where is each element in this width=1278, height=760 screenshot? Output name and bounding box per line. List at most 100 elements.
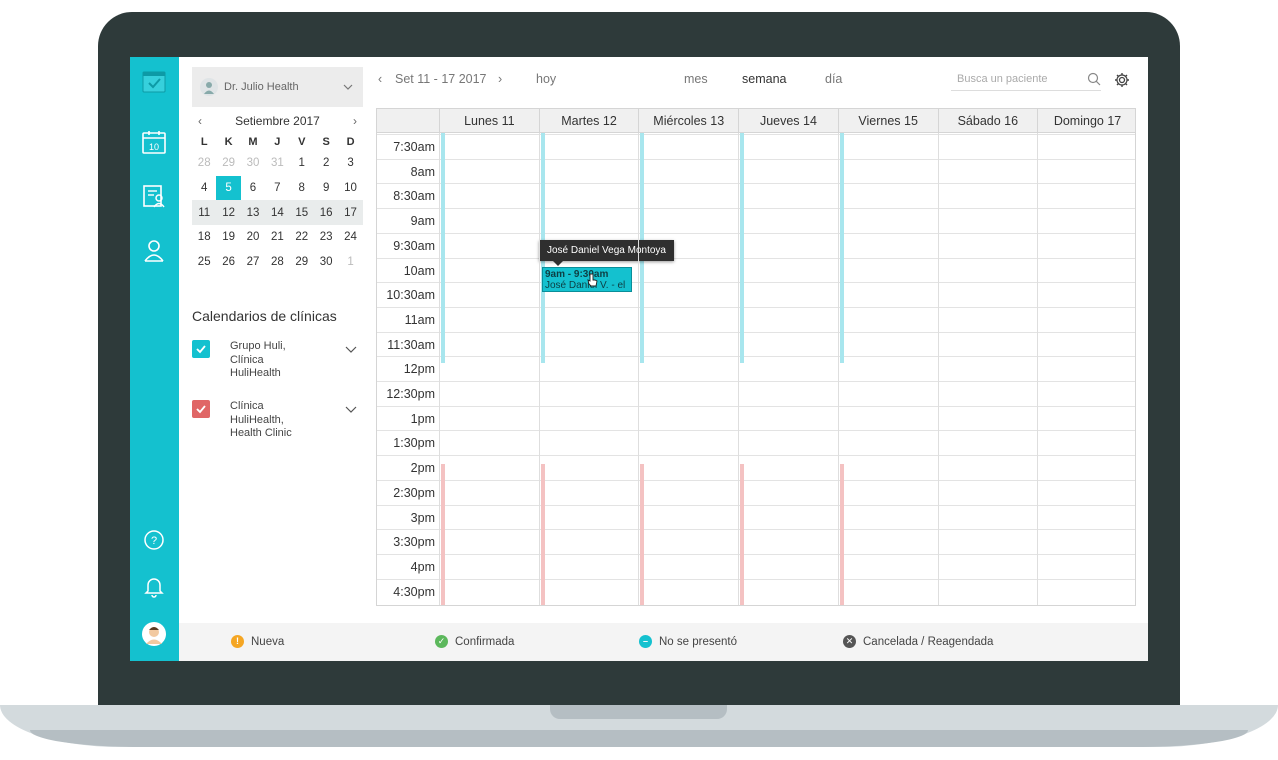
calendar-day[interactable]: 26 xyxy=(216,250,240,275)
legend-item: ✓ Confirmada xyxy=(435,635,514,648)
weekday-label: S xyxy=(322,136,330,148)
afternoon-availability-strip xyxy=(839,464,844,605)
time-label: 8:30am xyxy=(393,189,435,204)
search-input[interactable] xyxy=(951,72,1071,85)
morning-availability-strip xyxy=(740,133,745,363)
laptop-base-shade xyxy=(30,730,1248,747)
calendar-day[interactable]: 31 xyxy=(265,151,289,176)
calendar-day[interactable]: 2 xyxy=(314,151,338,176)
time-row-line xyxy=(377,479,1135,481)
doctor-selector[interactable]: Dr. Julio Health xyxy=(192,67,363,107)
calendar-day[interactable]: 22 xyxy=(290,225,314,250)
calendar-day[interactable]: 30 xyxy=(314,250,338,275)
svg-text:?: ? xyxy=(151,535,157,547)
gear-icon[interactable] xyxy=(1114,72,1130,88)
time-row-line xyxy=(377,578,1135,580)
appointment-tooltip: José Daniel Vega Montoya xyxy=(539,240,674,266)
user-avatar[interactable] xyxy=(141,621,167,647)
time-label: 12pm xyxy=(403,362,435,377)
day-header[interactable]: Domingo 17 xyxy=(1037,109,1135,132)
help-icon[interactable]: ? xyxy=(141,527,167,553)
calendar-day[interactable]: 3 xyxy=(338,151,362,176)
next-week-button[interactable]: › xyxy=(498,72,502,86)
morning-availability-strip xyxy=(839,133,844,363)
check-calendar-icon[interactable] xyxy=(141,69,167,95)
morning-availability-strip xyxy=(441,133,445,363)
day-header[interactable]: Viernes 15 xyxy=(837,109,938,132)
day-header[interactable]: Lunes 11 xyxy=(439,109,539,132)
clinic-checkbox[interactable] xyxy=(192,340,210,358)
calendar-day[interactable]: 7 xyxy=(265,176,289,201)
time-row-line xyxy=(377,257,1135,259)
doctor-icon[interactable] xyxy=(141,237,167,263)
calendar-day[interactable]: 14 xyxy=(265,200,289,225)
patient-records-icon[interactable] xyxy=(141,183,167,209)
calendar-icon[interactable]: 10 xyxy=(141,129,167,155)
time-row-line xyxy=(377,232,1135,234)
calendar-day[interactable]: 25 xyxy=(192,250,216,275)
time-label: 12:30pm xyxy=(386,387,435,401)
calendar-day[interactable]: 1 xyxy=(290,151,314,176)
calendar-day[interactable]: 18 xyxy=(192,225,216,250)
clinic-item[interactable]: Grupo Huli, Clínica HuliHealth xyxy=(192,340,363,381)
chevron-down-icon xyxy=(343,84,353,90)
calendar-day[interactable]: 1 xyxy=(338,250,362,275)
calendar-day[interactable]: 28 xyxy=(192,151,216,176)
today-button[interactable]: hoy xyxy=(536,72,556,86)
calendar-day[interactable]: 12 xyxy=(216,200,240,225)
chevron-down-icon[interactable] xyxy=(345,403,357,415)
calendar-day[interactable]: 27 xyxy=(241,250,265,275)
x-icon: ✕ xyxy=(843,635,856,648)
day-header[interactable]: Jueves 14 xyxy=(738,109,838,132)
day-column-divider xyxy=(439,133,440,605)
calendar-week-row: 18 19 20 21 22 23 24 xyxy=(192,225,363,250)
next-month-button[interactable]: › xyxy=(347,114,363,128)
calendar-day[interactable]: 10 xyxy=(338,176,362,201)
week-calendar-grid: Lunes 11 Martes 12 Miércoles 13 Jueves 14 Vi… xyxy=(376,108,1136,606)
date-range: Set 11 - 17 2017 xyxy=(395,72,487,86)
calendar-day[interactable]: 29 xyxy=(290,250,314,275)
prev-month-button[interactable]: ‹ xyxy=(192,114,208,128)
clinic-checkbox[interactable] xyxy=(192,400,210,418)
time-label: 9:30am xyxy=(393,238,435,253)
left-nav: 10 ? xyxy=(130,57,179,661)
calendar-day[interactable]: 5 xyxy=(216,175,241,201)
calendar-day[interactable]: 29 xyxy=(216,151,240,176)
afternoon-availability-strip xyxy=(441,464,445,605)
calendar-day[interactable]: 4 xyxy=(192,176,216,201)
day-header[interactable]: Sábado 16 xyxy=(937,109,1038,132)
calendar-day[interactable]: 21 xyxy=(265,225,289,250)
calendar-day[interactable]: 20 xyxy=(241,225,265,250)
calendar-day[interactable]: 8 xyxy=(290,176,314,201)
clinic-item[interactable]: Clínica HuliHealth, Health Clinic xyxy=(192,400,363,441)
time-label: 1:30pm xyxy=(393,436,435,451)
time-label: 4pm xyxy=(410,559,435,574)
svg-text:10: 10 xyxy=(149,142,159,152)
search-icon[interactable] xyxy=(1087,72,1101,86)
calendar-day[interactable]: 16 xyxy=(314,200,338,225)
bell-icon[interactable] xyxy=(141,573,167,599)
prev-week-button[interactable]: ‹ xyxy=(378,72,382,86)
calendar-day[interactable]: 13 xyxy=(241,200,265,225)
calendar-day[interactable]: 19 xyxy=(216,225,240,250)
minus-icon: – xyxy=(639,635,652,648)
chevron-down-icon[interactable] xyxy=(345,343,357,355)
calendar-day[interactable]: 6 xyxy=(241,176,265,201)
weekday-label: L xyxy=(200,136,208,148)
calendar-day[interactable]: 17 xyxy=(338,200,362,225)
legend-item: ✕ Cancelada / Reagendada xyxy=(843,635,993,648)
day-header[interactable]: Martes 12 xyxy=(538,109,639,132)
calendar-day[interactable]: 24 xyxy=(338,225,362,250)
time-label: 10:30am xyxy=(386,288,435,303)
calendar-day[interactable]: 9 xyxy=(314,176,338,201)
view-month-button[interactable]: mes xyxy=(684,72,708,86)
time-row-line xyxy=(377,282,1135,284)
calendar-day[interactable]: 28 xyxy=(265,250,289,275)
view-day-button[interactable]: día xyxy=(825,72,842,86)
view-week-button[interactable]: semana xyxy=(742,72,786,86)
day-header[interactable]: Miércoles 13 xyxy=(638,109,738,132)
calendar-day[interactable]: 15 xyxy=(290,200,314,225)
calendar-day[interactable]: 30 xyxy=(241,151,265,176)
calendar-day[interactable]: 23 xyxy=(314,225,338,250)
calendar-day[interactable]: 11 xyxy=(192,200,216,225)
